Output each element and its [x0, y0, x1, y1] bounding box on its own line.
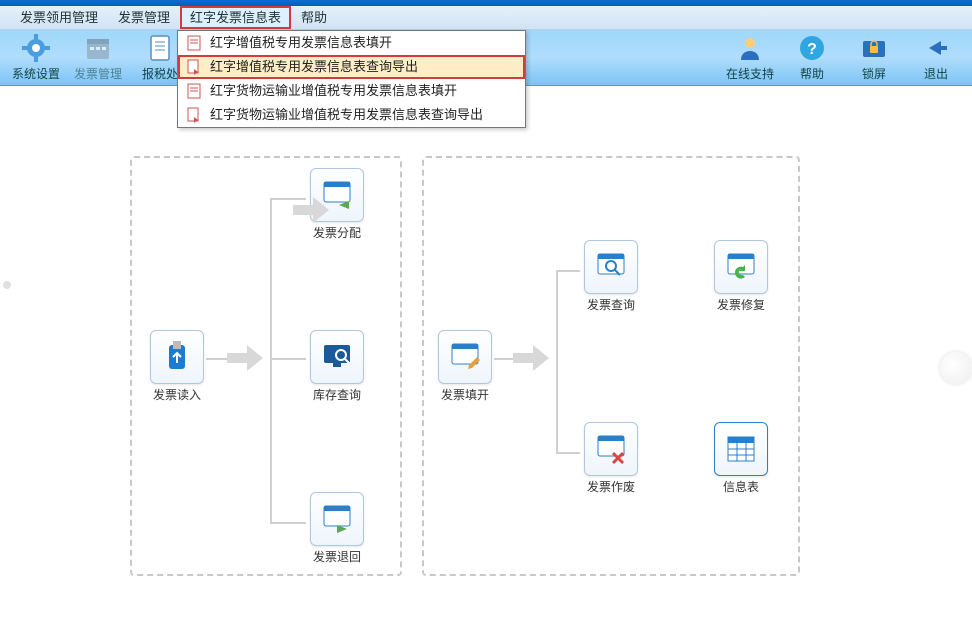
menu-invoice-mgmt[interactable]: 发票管理 — [108, 6, 180, 29]
connector — [270, 358, 306, 360]
help-icon: ? — [797, 33, 827, 63]
dropdown-item-fill-vat[interactable]: 红字增值税专用发票信息表填开 — [178, 31, 525, 55]
dropdown-item-export-vat[interactable]: 红字增值税专用发票信息表查询导出 — [178, 55, 525, 79]
menu-invoice-receive[interactable]: 发票领用管理 — [10, 6, 108, 29]
connector — [270, 522, 306, 524]
edge-floating-button[interactable] — [940, 352, 972, 384]
tool-label: 发票管理 — [74, 65, 122, 82]
calendar-icon — [83, 33, 113, 63]
lock-icon — [859, 33, 889, 63]
doc-refresh-icon — [723, 249, 759, 285]
tool-label: 锁屏 — [862, 65, 886, 82]
tool-label: 在线支持 — [726, 65, 774, 82]
connector — [556, 270, 558, 454]
node-label: 发票查询 — [587, 296, 635, 313]
tool-help[interactable]: ? 帮助 — [782, 32, 842, 84]
dropdown-label: 红字货物运输业增值税专用发票信息表查询导出 — [210, 106, 483, 124]
node-invoice-repair[interactable]: 发票修复 — [714, 240, 768, 313]
tool-exit[interactable]: 退出 — [906, 32, 966, 84]
connector — [556, 452, 580, 454]
table-icon — [723, 431, 759, 467]
node-invoice-read[interactable]: 发票读入 — [150, 330, 204, 403]
node-info-table[interactable]: 信息表 — [714, 422, 768, 495]
dropdown-label: 红字货物运输业增值税专用发票信息表填开 — [210, 82, 457, 100]
arrow-right-icon — [225, 339, 267, 380]
dropdown-label: 红字增值税专用发票信息表填开 — [210, 34, 392, 52]
node-label: 发票作废 — [587, 478, 635, 495]
dropdown-item-export-transport[interactable]: 红字货物运输业增值税专用发票信息表查询导出 — [178, 103, 525, 127]
svg-text:?: ? — [807, 41, 817, 58]
usb-icon — [159, 339, 195, 375]
export-small-icon — [186, 59, 202, 75]
tool-online-support[interactable]: 在线支持 — [720, 32, 780, 84]
tool-sys-settings[interactable]: 系统设置 — [6, 32, 66, 84]
doc-small-icon — [186, 83, 202, 99]
connector — [556, 270, 580, 272]
gear-icon — [21, 33, 51, 63]
arrow-right-icon — [291, 191, 333, 232]
tool-label: 系统设置 — [12, 65, 60, 82]
node-invoice-return[interactable]: 发票退回 — [310, 492, 364, 565]
window-return-icon — [319, 501, 355, 537]
node-label: 发票填开 — [441, 386, 489, 403]
dropdown-label: 红字增值税专用发票信息表查询导出 — [210, 58, 418, 76]
doc-delete-icon — [593, 431, 629, 467]
node-stock-query[interactable]: 库存查询 — [310, 330, 364, 403]
menu-bar: 发票领用管理 发票管理 红字发票信息表 帮助 — [0, 6, 972, 30]
tool-label: 退出 — [924, 65, 948, 82]
node-label: 发票退回 — [313, 548, 361, 565]
person-icon — [735, 33, 765, 63]
menu-help[interactable]: 帮助 — [291, 6, 337, 29]
tool-label: 报税处 — [142, 65, 178, 82]
menu-red-invoice-info[interactable]: 红字发票信息表 — [180, 6, 291, 29]
flow-panel-b: 发票填开 发票查询 发票修复 发票作废 信息表 — [422, 156, 800, 576]
node-invoice-query[interactable]: 发票查询 — [584, 240, 638, 313]
tool-invoice-mgmt[interactable]: 发票管理 — [68, 32, 128, 84]
arrow-right-icon — [511, 339, 553, 380]
red-invoice-dropdown: 红字增值税专用发票信息表填开 红字增值税专用发票信息表查询导出 红字货物运输业增… — [177, 30, 526, 128]
node-label: 库存查询 — [313, 386, 361, 403]
export-small-icon — [186, 107, 202, 123]
doc-icon — [145, 33, 175, 63]
edit-doc-icon — [447, 339, 483, 375]
workspace: 发票读入 发票分配 库存查询 发票退回 — [0, 86, 972, 618]
node-label: 发票读入 — [153, 386, 201, 403]
tool-label: 帮助 — [800, 65, 824, 82]
node-label: 信息表 — [723, 478, 759, 495]
tool-lock[interactable]: 锁屏 — [844, 32, 904, 84]
doc-search-icon — [593, 249, 629, 285]
node-invoice-fill[interactable]: 发票填开 — [438, 330, 492, 403]
flow-panel-a: 发票读入 发票分配 库存查询 发票退回 — [130, 156, 402, 576]
node-invoice-void[interactable]: 发票作废 — [584, 422, 638, 495]
monitor-search-icon — [319, 339, 355, 375]
connector — [270, 198, 272, 523]
doc-small-icon — [186, 35, 202, 51]
back-arrow-icon — [921, 33, 951, 63]
dropdown-item-fill-transport[interactable]: 红字货物运输业增值税专用发票信息表填开 — [178, 79, 525, 103]
node-label: 发票修复 — [717, 296, 765, 313]
left-dot-decoration — [3, 281, 11, 289]
